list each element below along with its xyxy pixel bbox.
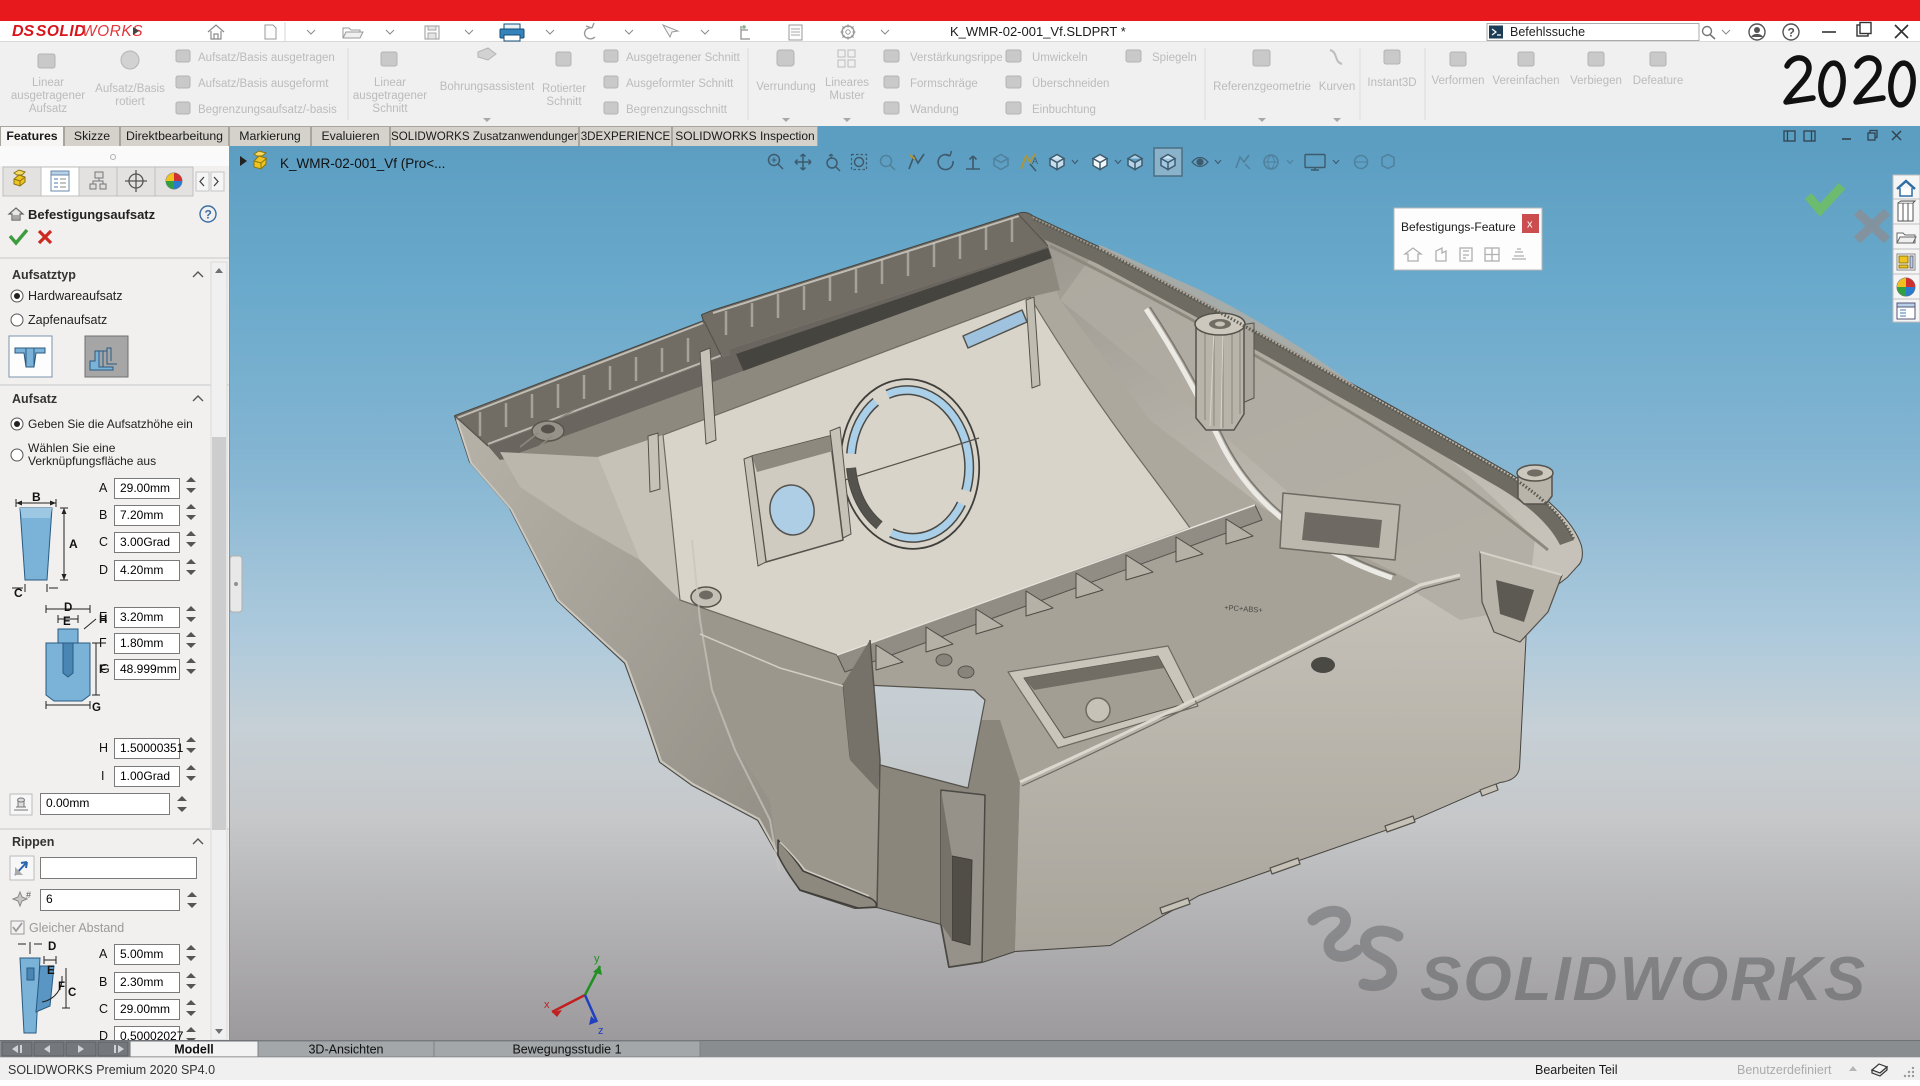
svg-text:?: ? xyxy=(1788,26,1795,40)
svg-text:Zapfenaufsatz: Zapfenaufsatz xyxy=(28,313,107,327)
svg-text:rotiert: rotiert xyxy=(115,96,145,108)
svg-text:Spiegeln: Spiegeln xyxy=(1152,52,1197,64)
svg-text:F: F xyxy=(58,981,65,993)
svg-text:C: C xyxy=(99,1002,108,1016)
svg-text:Verbiegen: Verbiegen xyxy=(1570,75,1622,87)
svg-text:Verstärkungsrippe: Verstärkungsrippe xyxy=(910,52,1003,64)
svg-text:Aufsatz/Basis ausgeformt: Aufsatz/Basis ausgeformt xyxy=(198,78,329,90)
svg-text:Kurven: Kurven xyxy=(1319,81,1355,93)
svg-text:C: C xyxy=(99,535,108,549)
svg-text:A: A xyxy=(1032,156,1038,166)
svg-text:DS: DS xyxy=(12,23,35,40)
svg-text:Wählen Sie eine: Wählen Sie eine xyxy=(28,441,116,455)
svg-text:Vereinfachen: Vereinfachen xyxy=(1492,75,1559,87)
svg-text:F: F xyxy=(99,636,107,650)
svg-text:A: A xyxy=(69,537,78,551)
svg-text:G: G xyxy=(92,702,101,714)
svg-text:Aufsatztyp: Aufsatztyp xyxy=(12,268,76,282)
svg-text:Schnitt: Schnitt xyxy=(546,96,582,108)
svg-text:Formschräge: Formschräge xyxy=(910,78,978,90)
svg-text:Begrenzungsaufsatz/-basis: Begrenzungsaufsatz/-basis xyxy=(198,104,337,116)
svg-text:E: E xyxy=(47,965,55,977)
svg-text:Wandung: Wandung xyxy=(910,104,959,116)
svg-text:D: D xyxy=(64,602,72,614)
svg-text:I: I xyxy=(101,769,104,783)
svg-text:Linear: Linear xyxy=(374,77,406,89)
svg-text:B: B xyxy=(99,975,107,989)
svg-text:Rippen: Rippen xyxy=(12,835,54,849)
svg-text:z: z xyxy=(598,1025,604,1037)
svg-text:Bewegungsstudie 1: Bewegungsstudie 1 xyxy=(512,1043,621,1057)
svg-text:Verknüpfungsfläche aus: Verknüpfungsfläche aus xyxy=(28,454,156,468)
svg-text:Hardwareaufsatz: Hardwareaufsatz xyxy=(28,289,123,303)
svg-text:K_WMR-02-001_Vf (Pro<...: K_WMR-02-001_Vf (Pro<... xyxy=(280,156,445,171)
svg-text:D: D xyxy=(99,563,108,577)
svg-text:B: B xyxy=(99,508,107,522)
svg-text:Einbuchtung: Einbuchtung xyxy=(1032,104,1096,116)
svg-text:Aufsatz/Basis ausgetragen: Aufsatz/Basis ausgetragen xyxy=(198,52,335,64)
svg-text:Überschneiden: Überschneiden xyxy=(1032,78,1109,90)
svg-text:A: A xyxy=(99,481,108,495)
svg-text:Ausgeformter Schnitt: Ausgeformter Schnitt xyxy=(626,78,734,90)
svg-text:Aufsatz: Aufsatz xyxy=(12,392,57,406)
svg-text:Linear: Linear xyxy=(32,77,64,89)
svg-text:Bohrungsassistent: Bohrungsassistent xyxy=(440,81,535,93)
svg-text:G: G xyxy=(100,662,110,676)
svg-text:Befehlssuche: Befehlssuche xyxy=(1510,25,1585,39)
svg-text:x: x xyxy=(1527,219,1533,231)
svg-text:B: B xyxy=(32,490,41,504)
svg-text:y: y xyxy=(594,953,600,965)
svg-text:Verformen: Verformen xyxy=(1431,75,1484,87)
svg-text:SOLIDWORKS Premium 2020 SP4.0: SOLIDWORKS Premium 2020 SP4.0 xyxy=(8,1063,215,1077)
svg-text:?: ? xyxy=(205,208,212,222)
svg-text:Ausgetragener Schnitt: Ausgetragener Schnitt xyxy=(626,52,741,64)
svg-text:ausgetragener: ausgetragener xyxy=(11,90,85,102)
svg-text:E: E xyxy=(99,610,107,624)
svg-text:Instant3D: Instant3D xyxy=(1367,77,1416,89)
svg-text:ausgetragener: ausgetragener xyxy=(353,90,427,102)
svg-text:D: D xyxy=(99,1029,108,1040)
svg-text:Muster: Muster xyxy=(829,90,864,102)
svg-text:Geben Sie die Aufsatzhöhe ein: Geben Sie die Aufsatzhöhe ein xyxy=(28,417,193,431)
svg-text:Aufsatz/Basis: Aufsatz/Basis xyxy=(95,83,165,95)
svg-text:Umwickeln: Umwickeln xyxy=(1032,52,1088,64)
svg-text:D: D xyxy=(48,941,56,953)
svg-text:Schnitt: Schnitt xyxy=(372,103,408,115)
svg-text:Rotierter: Rotierter xyxy=(542,83,586,95)
svg-text:Gleicher Abstand: Gleicher Abstand xyxy=(29,921,124,935)
svg-text:Benutzerdefiniert: Benutzerdefiniert xyxy=(1737,1063,1832,1077)
svg-text:x: x xyxy=(544,999,550,1011)
svg-text:H: H xyxy=(99,741,108,755)
svg-text:Modell: Modell xyxy=(174,1043,214,1057)
svg-text:Befestigungsaufsatz: Befestigungsaufsatz xyxy=(28,207,156,222)
svg-text:Referenzgeometrie: Referenzgeometrie xyxy=(1213,81,1311,93)
svg-text:Verrundung: Verrundung xyxy=(756,81,815,93)
svg-text:C: C xyxy=(68,987,76,999)
svg-text:SOLIDWORKS: SOLIDWORKS xyxy=(1420,945,1867,1014)
svg-text:#: # xyxy=(26,890,31,900)
svg-text:E: E xyxy=(63,616,71,628)
svg-text:Befestigungs-Feature: Befestigungs-Feature xyxy=(1401,220,1516,234)
svg-text:C: C xyxy=(14,586,23,600)
svg-text:Aufsatz: Aufsatz xyxy=(29,103,68,115)
svg-text:SOLID: SOLID xyxy=(36,23,86,40)
svg-text:3D-Ansichten: 3D-Ansichten xyxy=(308,1043,383,1057)
svg-text:Begrenzungsschnitt: Begrenzungsschnitt xyxy=(626,104,728,116)
svg-text:Bearbeiten Teil: Bearbeiten Teil xyxy=(1535,1063,1617,1077)
svg-text:A: A xyxy=(99,947,108,961)
svg-text:Defeature: Defeature xyxy=(1633,75,1684,87)
svg-text:K_WMR-02-001_Vf.SLDPRT *: K_WMR-02-001_Vf.SLDPRT * xyxy=(950,24,1126,39)
svg-text:Lineares: Lineares xyxy=(825,77,869,89)
